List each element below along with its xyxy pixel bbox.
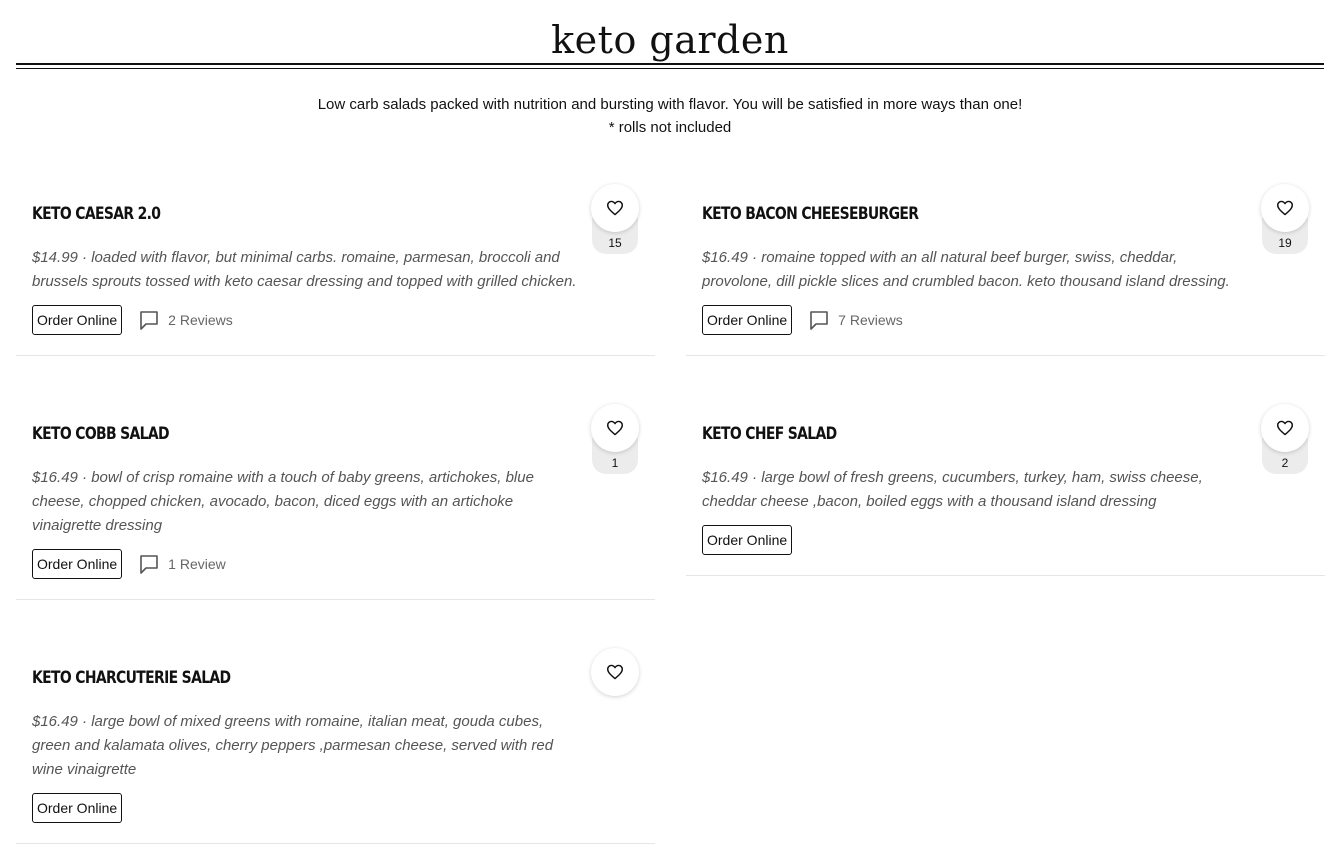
order-online-button[interactable]: Order Online — [702, 305, 793, 335]
intro-line: Low carb salads packed with nutrition an… — [317, 96, 1023, 113]
menu-intro: Low carb salads packed with nutrition an… — [0, 93, 1340, 139]
like-widget: 15 — [591, 184, 639, 254]
menu-item-card: KETO CHARCUTERIE SALAD $16.49 · large bo… — [16, 648, 655, 844]
item-description: $14.99 · loaded with flavor, but minimal… — [32, 249, 577, 290]
heart-outline-icon — [1277, 420, 1293, 436]
menu-item-card: KETO CAESAR 2.0 $14.99 · loaded with fla… — [16, 184, 655, 356]
reviews-link[interactable]: 1 Review — [138, 553, 226, 575]
menu-item-card: KETO COBB SALAD $16.49 · bowl of crisp r… — [16, 404, 655, 600]
like-button[interactable] — [1261, 184, 1309, 232]
item-description: $16.49 · large bowl of mixed greens with… — [32, 710, 580, 782]
item-description-line: $16.49 · large bowl of mixed greens with… — [32, 713, 554, 754]
page-header: keto garden — [16, 18, 1324, 69]
item-description-line: wine vinaigrette — [32, 761, 137, 778]
like-button[interactable] — [591, 404, 639, 452]
item-actions: Order Online — [702, 525, 793, 555]
item-actions: Order Online — [32, 793, 123, 823]
menu-item-card: KETO CHEF SALAD $16.49 · large bowl of f… — [686, 404, 1325, 576]
title-rule-thick — [16, 63, 1324, 65]
item-name: KETO CHARCUTERIE SALAD — [32, 668, 231, 688]
item-name: KETO CAESAR 2.0 — [32, 204, 161, 224]
heart-outline-icon — [607, 420, 623, 436]
order-online-button[interactable]: Order Online — [32, 549, 123, 579]
item-description: $16.49 · large bowl of fresh greens, cuc… — [702, 469, 1203, 510]
reviews-count: 1 Review — [168, 556, 226, 572]
heart-outline-icon — [607, 664, 623, 680]
menu-item-card: KETO BACON CHEESEBURGER $16.49 · romaine… — [686, 184, 1325, 356]
item-actions: Order Online 7 Reviews — [702, 305, 903, 335]
speech-bubble-icon — [140, 311, 158, 330]
page-title: keto garden — [551, 18, 789, 62]
order-online-button[interactable]: Order Online — [702, 525, 793, 555]
reviews-link[interactable]: 2 Reviews — [138, 309, 233, 331]
like-button[interactable] — [591, 184, 639, 232]
reviews-count: 7 Reviews — [838, 312, 903, 328]
reviews-count: 2 Reviews — [168, 312, 233, 328]
like-widget: 19 — [1261, 184, 1309, 254]
intro-note: * rolls not included — [608, 119, 732, 136]
order-online-button[interactable]: Order Online — [32, 305, 123, 335]
like-widget: 1 — [591, 404, 639, 474]
like-widget: 2 — [1261, 404, 1309, 474]
reviews-link[interactable]: 7 Reviews — [808, 309, 903, 331]
item-name: KETO CHEF SALAD — [702, 424, 837, 444]
order-online-button[interactable]: Order Online — [32, 793, 123, 823]
speech-bubble-icon — [140, 555, 158, 574]
speech-bubble-icon — [810, 311, 828, 330]
item-description-line: vinaigrette dressing — [32, 517, 163, 534]
item-description: $16.49 · bowl of crisp romaine with a to… — [32, 466, 580, 538]
like-button[interactable] — [1261, 404, 1309, 452]
heart-outline-icon — [1277, 200, 1293, 216]
item-description-line: $16.49 · bowl of crisp romaine with a to… — [32, 469, 534, 510]
item-actions: Order Online 2 Reviews — [32, 305, 233, 335]
item-description: $16.49 · romaine topped with an all natu… — [702, 249, 1230, 290]
item-name: KETO COBB SALAD — [32, 424, 170, 444]
like-button[interactable] — [591, 648, 639, 696]
item-actions: Order Online 1 Review — [32, 549, 226, 579]
heart-outline-icon — [607, 200, 623, 216]
like-widget — [591, 648, 639, 696]
item-name: KETO BACON CHEESEBURGER — [702, 204, 919, 224]
title-rule-thin — [16, 68, 1324, 69]
